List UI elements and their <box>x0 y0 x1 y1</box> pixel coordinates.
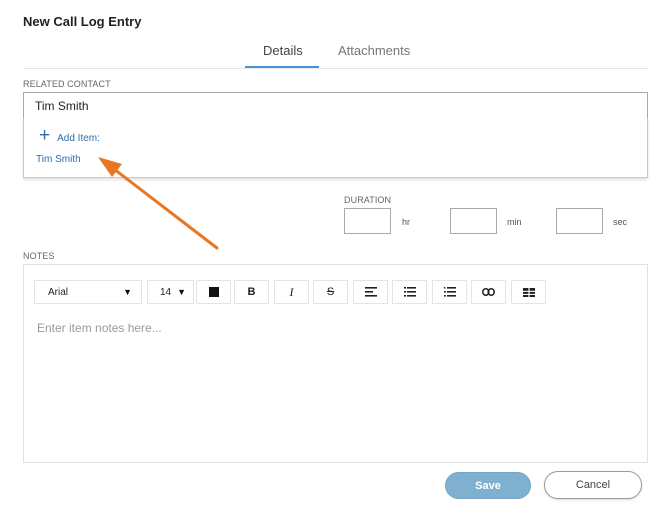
italic-button[interactable]: I <box>274 280 309 304</box>
duration-hours-input[interactable] <box>344 208 391 234</box>
font-size-select[interactable]: 14 ▼ <box>147 280 194 304</box>
dropdown-option-contact[interactable]: Tim Smith <box>36 154 81 165</box>
add-item-label: Add Item: <box>57 133 100 144</box>
color-swatch-icon <box>208 287 219 297</box>
duration-seconds-input[interactable] <box>556 208 603 234</box>
align-left-icon <box>364 287 377 297</box>
related-contact-label: RELATED CONTACT <box>23 79 111 89</box>
contact-dropdown: + Add Item: Tim Smith <box>23 118 648 178</box>
font-family-value: Arial <box>48 286 69 298</box>
bullet-list-button[interactable] <box>392 280 427 304</box>
dialog-title: New Call Log Entry <box>23 14 142 29</box>
link-icon <box>482 288 495 296</box>
notes-placeholder: Enter item notes here... <box>37 321 162 335</box>
insert-table-button[interactable] <box>511 280 546 304</box>
duration-label: DURATION <box>344 195 392 205</box>
text-color-button[interactable] <box>196 280 231 304</box>
related-contact-input[interactable] <box>23 92 648 119</box>
numbered-list-icon <box>443 287 456 297</box>
tab-attachments[interactable]: Attachments <box>338 43 410 58</box>
duration-minutes-input[interactable] <box>450 208 497 234</box>
save-button[interactable]: Save <box>445 472 531 499</box>
numbered-list-button[interactable] <box>432 280 467 304</box>
plus-icon: + <box>39 125 51 146</box>
insert-link-button[interactable] <box>471 280 506 304</box>
bullet-list-icon <box>403 287 416 297</box>
hours-unit-label: hr <box>402 217 411 227</box>
minutes-unit-label: min <box>507 217 522 227</box>
seconds-unit-label: sec <box>613 217 628 227</box>
bold-button[interactable]: B <box>234 280 269 304</box>
caret-down-icon: ▼ <box>177 287 187 297</box>
align-left-button[interactable] <box>353 280 388 304</box>
tab-details[interactable]: Details <box>263 43 303 58</box>
table-icon <box>522 287 535 297</box>
font-size-value: 14 <box>160 286 172 298</box>
strikethrough-button[interactable]: S <box>313 280 348 304</box>
notes-label: NOTES <box>23 251 55 261</box>
font-family-select[interactable]: Arial ▼ <box>34 280 142 304</box>
cancel-button[interactable]: Cancel <box>544 471 642 499</box>
add-item-option[interactable]: + Add Item: <box>39 125 100 146</box>
caret-down-icon: ▼ <box>123 287 132 297</box>
tab-divider <box>23 68 648 69</box>
